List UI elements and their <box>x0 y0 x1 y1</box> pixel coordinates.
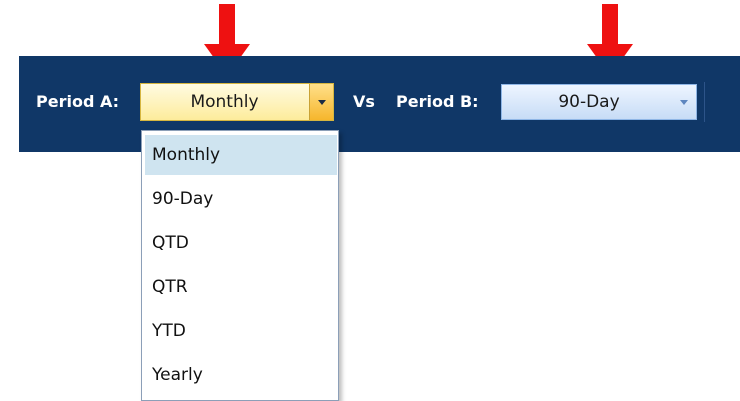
period-a-label: Period A: <box>36 92 120 111</box>
period-b-value: 90-Day <box>558 92 620 112</box>
option-qtr[interactable]: QTR <box>145 267 337 307</box>
vs-label: Vs <box>353 92 375 111</box>
toolbar-divider <box>704 82 705 122</box>
chevron-down-icon <box>317 100 326 105</box>
period-b-select[interactable]: 90-Day <box>501 84 697 120</box>
period-a-dropdown-button[interactable] <box>309 84 333 120</box>
period-b-label: Period B: <box>396 92 479 111</box>
period-a-value: Monthly <box>190 92 259 112</box>
option-ytd[interactable]: YTD <box>145 311 337 351</box>
chevron-down-icon[interactable] <box>680 100 688 105</box>
period-a-dropdown-list: Monthly 90-Day QTD QTR YTD Yearly <box>141 130 339 401</box>
option-monthly[interactable]: Monthly <box>145 135 337 175</box>
stage: Period A: Monthly Vs Period B: 90-Day Mo… <box>0 0 740 401</box>
option-qtd[interactable]: QTD <box>145 223 337 263</box>
option-90-day[interactable]: 90-Day <box>145 179 337 219</box>
option-yearly[interactable]: Yearly <box>145 355 337 395</box>
period-a-select[interactable]: Monthly <box>140 83 334 121</box>
